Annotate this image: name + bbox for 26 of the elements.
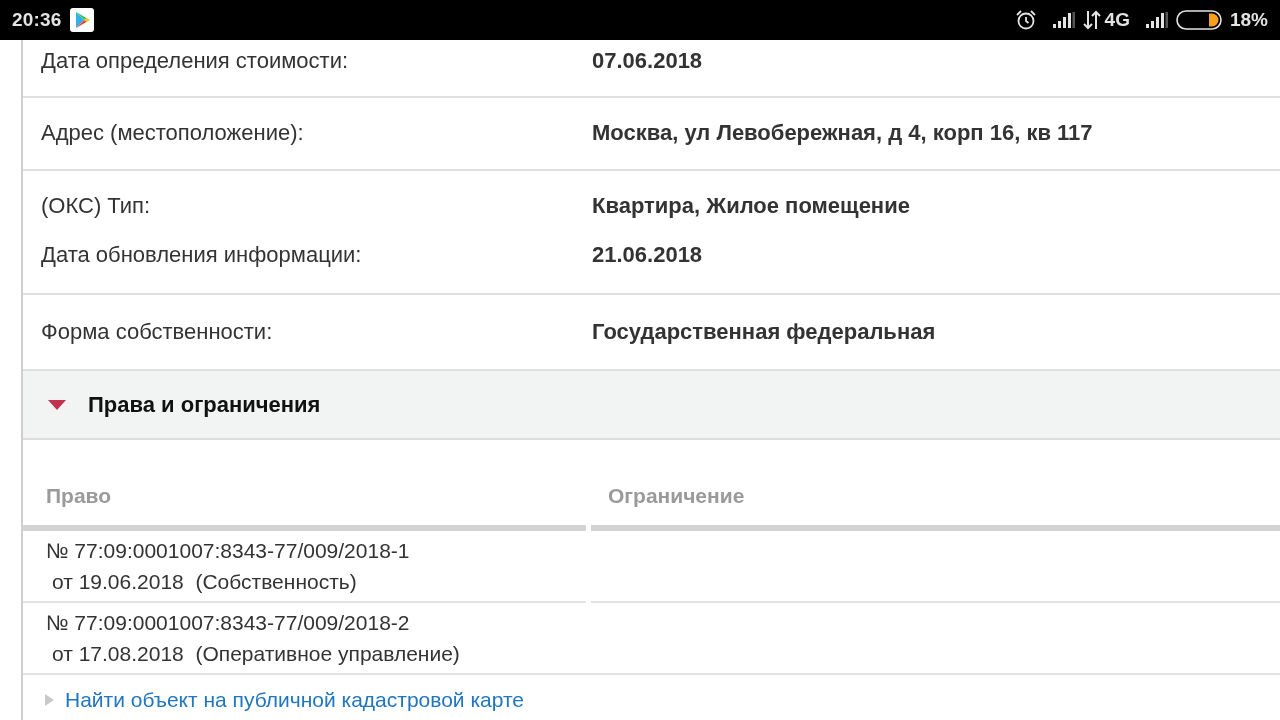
field-value: Москва, ул Левобережная, д 4, корп 16, кв 117: [592, 119, 1093, 147]
field-label: Дата определения стоимости:: [41, 47, 350, 75]
field-label: Адрес (местоположение):: [41, 119, 305, 147]
field-value: Квартира, Жилое помещение: [592, 192, 910, 220]
triangle-icon: [45, 694, 54, 706]
signal-icon: [1052, 12, 1075, 28]
field-label: Форма собственности:: [41, 318, 274, 346]
field-value: 21.06.2018: [592, 241, 703, 269]
table-cell-text: № 77:09:0001007:8343-77/009/2018-2 от 17.08.2018 (Оперативное управление): [45, 610, 461, 667]
app-icon: [69, 8, 94, 32]
field-label: (ОКС) Тип:: [41, 192, 152, 220]
battery-icon: [1175, 10, 1222, 30]
table-cell: № 77:09:0001007:8343-77/009/2018-1 от 19.06.2018 (Собственность): [23, 531, 586, 603]
field-label: Дата обновления информации:: [41, 241, 363, 269]
alarm-clock-icon: [1014, 9, 1037, 31]
signal-icon: [1145, 12, 1168, 28]
column-header: Право: [23, 481, 586, 531]
field-value: 07.06.2018: [592, 47, 703, 75]
clock-time: 20:36: [12, 7, 62, 32]
column-header: Ограничение: [591, 481, 1280, 531]
battery-percent: 18%: [1229, 7, 1268, 32]
network-type: 4G: [1104, 7, 1130, 32]
field-value: Государственная федеральная: [592, 318, 936, 346]
section-header[interactable]: Права и ограничения: [23, 371, 1280, 440]
map-link[interactable]: Найти объект на публичной кадастровой карте: [65, 687, 525, 713]
data-arrows-icon: [1082, 10, 1101, 30]
